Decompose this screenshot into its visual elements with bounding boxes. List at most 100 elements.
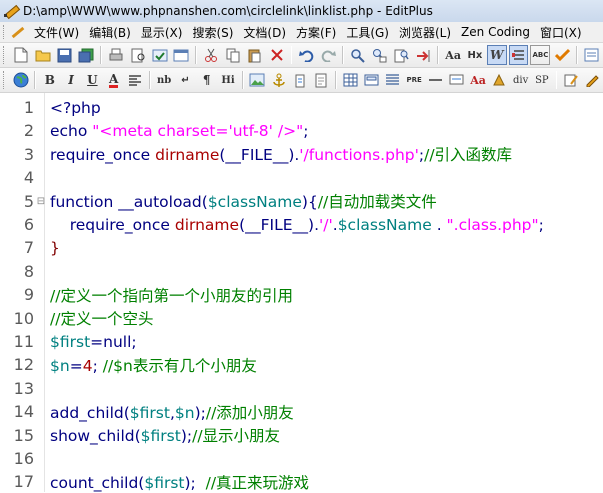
open-button[interactable] <box>33 45 53 65</box>
code-line[interactable]: 8 <box>0 260 603 283</box>
font-color-button[interactable]: A <box>104 70 123 90</box>
code-token: ; <box>303 121 309 140</box>
word-wrap-button[interactable]: W <box>486 45 507 65</box>
spell-check-icon <box>152 49 168 61</box>
code-line[interactable]: 13 <box>0 377 603 400</box>
code-line[interactable]: 12 $n=4; //$n表示有几个小朋友 <box>0 353 603 376</box>
paste-button[interactable] <box>245 45 265 65</box>
paragraph-button[interactable]: ¶ <box>197 70 216 90</box>
hr-button[interactable] <box>426 70 445 90</box>
menu-grip[interactable] <box>3 25 7 39</box>
code-line[interactable]: 17 count_child($first); //真正来玩游戏 <box>0 470 603 493</box>
code-line[interactable]: 10 //定义一个空头 <box>0 307 603 330</box>
pre-button[interactable]: PRE <box>405 70 424 90</box>
find-files-icon <box>394 49 409 62</box>
bold-button[interactable]: B <box>40 70 59 90</box>
italic-button[interactable]: I <box>61 70 80 90</box>
menu-browser[interactable]: 浏览器(L) <box>396 24 458 41</box>
print-preview-button[interactable] <box>128 45 148 65</box>
new-file-button[interactable] <box>11 45 31 65</box>
save-all-button[interactable] <box>76 45 96 65</box>
redo-button[interactable] <box>318 45 338 65</box>
menu-document[interactable]: 文档(D) <box>240 24 293 41</box>
div-button[interactable]: div <box>511 70 530 90</box>
image-button[interactable] <box>248 70 267 90</box>
save-button[interactable] <box>55 45 75 65</box>
menu-file[interactable]: 文件(W) <box>31 24 86 41</box>
code-line[interactable]: 14 add_child($first,$n);//添加小朋友 <box>0 400 603 423</box>
code-token: //引入函数库 <box>424 146 513 165</box>
clipboard-button[interactable] <box>583 70 602 90</box>
check-button[interactable] <box>552 45 572 65</box>
fold-toggle-icon[interactable]: ⊟ <box>34 196 48 207</box>
code-line[interactable]: 16 <box>0 447 603 470</box>
code-token: $first <box>129 403 170 422</box>
link-button[interactable] <box>290 70 309 90</box>
code-line[interactable]: 6 require_once dirname(__FILE__).'/'.$cl… <box>0 213 603 236</box>
line-number: 5 <box>23 191 34 211</box>
browser-button[interactable] <box>11 70 30 90</box>
underline-label: U <box>87 73 98 87</box>
print-button[interactable] <box>106 45 126 65</box>
find-in-files-button[interactable] <box>392 45 412 65</box>
menu-tools[interactable]: 工具(G) <box>343 24 396 41</box>
code-line[interactable]: 11 $first=null; <box>0 330 603 353</box>
menu-bar: 文件(W) 编辑(B) 显示(X) 搜索(S) 文档(D) 方案(F) 工具(G… <box>0 22 603 43</box>
menu-view[interactable]: 显示(X) <box>138 24 190 41</box>
cut-button[interactable] <box>201 45 221 65</box>
font-label: Aa <box>445 48 461 62</box>
copy-button[interactable] <box>223 45 243 65</box>
toolbar-grip[interactable] <box>3 71 7 89</box>
table-button[interactable] <box>341 70 360 90</box>
menu-edit[interactable]: 编辑(B) <box>86 24 138 41</box>
code-line[interactable]: 7} <box>0 236 603 259</box>
code-editor[interactable]: 1 <?php 2 echo "<meta charset='utf-8' />"; 3… <box>0 93 603 492</box>
find-button[interactable] <box>348 45 368 65</box>
toolbar-grip[interactable] <box>3 46 7 64</box>
menu-search[interactable]: 搜索(S) <box>189 24 240 41</box>
line-numbers-button[interactable] <box>508 45 529 65</box>
edit-button[interactable] <box>561 70 580 90</box>
undo-button[interactable] <box>296 45 316 65</box>
hex-button[interactable]: Hx <box>465 45 485 65</box>
code-token: $className <box>207 193 302 212</box>
code-line[interactable]: 4 <box>0 166 603 189</box>
line-number: 2 <box>23 121 34 141</box>
ruler-button[interactable]: ABC <box>530 45 551 65</box>
print-preview-icon <box>131 48 145 62</box>
code-line[interactable]: 1 <?php <box>0 96 603 119</box>
break-button[interactable]: ↵ <box>176 70 195 90</box>
code-line[interactable]: 9 //定义一个指向第一个小朋友的引用 <box>0 283 603 306</box>
file-insert-button[interactable] <box>311 70 330 90</box>
font-button[interactable]: Aa <box>443 45 463 65</box>
anchor-button[interactable] <box>269 70 288 90</box>
span-button[interactable]: SP <box>532 70 551 90</box>
delete-button[interactable] <box>267 45 287 65</box>
browser-preview-button[interactable] <box>172 45 192 65</box>
code-text: $first=null; <box>48 333 137 351</box>
anchor-icon <box>272 73 285 87</box>
font-tag-button[interactable]: Aa <box>468 70 487 90</box>
list-button[interactable] <box>383 70 402 90</box>
heading-button[interactable]: Hi <box>218 70 237 90</box>
goto-button[interactable] <box>413 45 433 65</box>
form-button[interactable] <box>362 70 381 90</box>
spell-check-button[interactable] <box>150 45 170 65</box>
menu-window[interactable]: 窗口(X) <box>537 24 589 41</box>
replace-button[interactable] <box>370 45 390 65</box>
code-line[interactable]: 3 require_once dirname(__FILE__).'/functi… <box>0 143 603 166</box>
menu-project[interactable]: 方案(F) <box>293 24 343 41</box>
nbsp-button[interactable]: nb <box>155 70 174 90</box>
code-line[interactable]: 5 ⊟ function __autoload($className){//自动加载… <box>0 190 603 213</box>
code-line[interactable]: 2 echo "<meta charset='utf-8' />"; <box>0 119 603 142</box>
comment-button[interactable] <box>447 70 466 90</box>
code-text: add_child($first,$n);//添加小朋友 <box>48 401 294 423</box>
window-list-button[interactable] <box>582 45 602 65</box>
pencil-icon <box>11 25 25 39</box>
align-button[interactable] <box>125 70 144 90</box>
underline-button[interactable]: U <box>83 70 102 90</box>
code-line[interactable]: 15 show_child($first);//显示小朋友 <box>0 424 603 447</box>
toolbar-separator <box>241 71 244 89</box>
menu-zen-coding[interactable]: Zen Coding <box>458 25 537 39</box>
color-picker-button[interactable] <box>490 70 509 90</box>
